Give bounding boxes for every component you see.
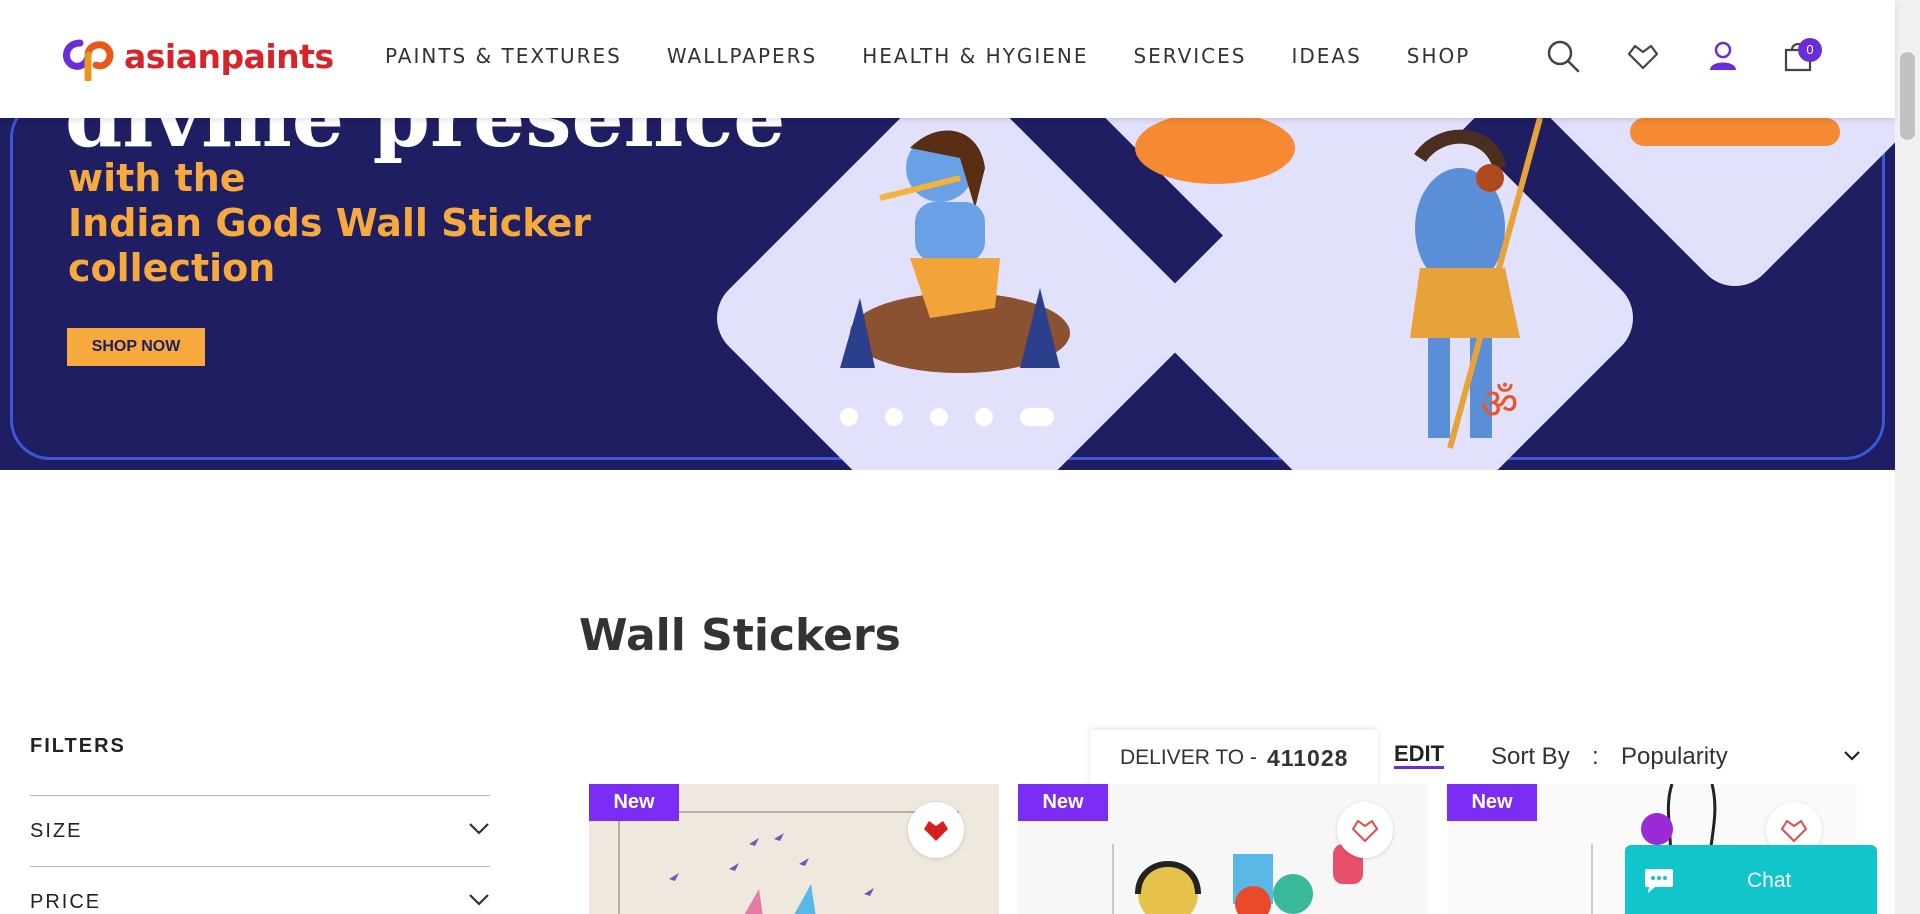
wishlist-button[interactable]	[1337, 802, 1393, 858]
nav-ideas[interactable]: IDEAS	[1291, 44, 1361, 68]
chat-label: Chat	[1747, 869, 1792, 892]
nav-wallpapers[interactable]: WALLPAPERS	[667, 44, 817, 68]
delivery-pincode: 411028	[1266, 744, 1349, 771]
svg-text:ॐ: ॐ	[1480, 379, 1518, 428]
nav-shop[interactable]: SHOP	[1407, 44, 1471, 68]
logo-text: asianpaints	[124, 36, 334, 76]
new-badge: New	[1018, 784, 1108, 821]
filter-size[interactable]: SIZE	[30, 795, 490, 865]
page-title: Wall Stickers	[579, 610, 901, 661]
banner-text-line-2: Indian Gods Wall Sticker	[68, 201, 592, 245]
hero-banner[interactable]: divine presence with the Indian Gods Wal…	[0, 118, 1895, 470]
new-badge: New	[589, 784, 679, 821]
nav-health-hygiene[interactable]: HEALTH & HYGIENE	[862, 44, 1088, 68]
sort-dropdown[interactable]: Popularity	[1620, 735, 1860, 779]
wishlist-icon[interactable]	[1625, 38, 1661, 74]
heart-outline-icon	[1351, 819, 1379, 843]
deliver-to-label: DELIVER TO -	[1120, 746, 1257, 769]
carousel-dot-4[interactable]	[975, 408, 993, 426]
main-nav: PAINTS & TEXTURES WALLPAPERS HEALTH & HY…	[385, 0, 1515, 112]
carousel-dot-1[interactable]	[840, 408, 858, 426]
shiva-illustration: ॐ	[1410, 118, 1543, 449]
asianpaints-logo[interactable]: asianpaints	[58, 28, 334, 84]
chevron-down-icon	[1844, 751, 1860, 761]
banner-subtext: with the Indian Gods Wall Sticker collec…	[68, 156, 591, 291]
carousel-dots	[840, 408, 1081, 426]
chevron-down-icon	[469, 823, 489, 835]
chat-bubble-icon	[1645, 869, 1673, 893]
chat-button[interactable]: Chat	[1625, 845, 1877, 914]
search-icon[interactable]	[1545, 38, 1581, 74]
sort-selected-value: Popularity	[1621, 743, 1728, 770]
figure-illustration-right	[1630, 118, 1840, 146]
new-badge: New	[1447, 784, 1537, 821]
carousel-dot-3[interactable]	[930, 408, 948, 426]
page-scrollbar[interactable]	[1895, 0, 1920, 914]
sort-by-label: Sort By	[1491, 743, 1570, 770]
banner-text-line-1: with the	[68, 156, 246, 200]
shop-now-button[interactable]: SHOP NOW	[67, 328, 205, 366]
filter-price[interactable]: PRICE	[30, 866, 490, 914]
product-card[interactable]: New	[1018, 784, 1428, 914]
cart-count-badge: 0	[1798, 38, 1822, 62]
heart-filled-icon	[924, 821, 948, 841]
krishna-illustration	[840, 130, 1070, 373]
user-account-icon[interactable]	[1705, 38, 1741, 74]
logo-mark-icon	[62, 39, 114, 81]
product-card[interactable]: New	[589, 784, 999, 914]
filters-heading: FILTERS	[30, 735, 126, 757]
banner-text-line-3: collection	[68, 246, 276, 290]
edit-pincode-link[interactable]: EDIT	[1394, 742, 1445, 769]
wishlist-button[interactable]	[908, 802, 964, 858]
filter-price-label: PRICE	[30, 891, 102, 913]
carousel-dot-2[interactable]	[885, 408, 903, 426]
nav-paints-textures[interactable]: PAINTS & TEXTURES	[385, 44, 622, 68]
carousel-dot-5[interactable]	[1020, 408, 1054, 426]
delivery-location: DELIVER TO - 411028	[1090, 730, 1378, 786]
scrollbar-thumb[interactable]	[1900, 52, 1915, 140]
site-header: asianpaints PAINTS & TEXTURES WALLPAPERS…	[0, 0, 1895, 118]
meditating-figure-illustration	[1135, 118, 1295, 184]
sort-separator: :	[1592, 743, 1599, 770]
chevron-down-icon	[469, 894, 489, 906]
nav-services[interactable]: SERVICES	[1133, 44, 1246, 68]
filter-size-label: SIZE	[30, 820, 83, 842]
heart-outline-icon	[1780, 819, 1808, 843]
